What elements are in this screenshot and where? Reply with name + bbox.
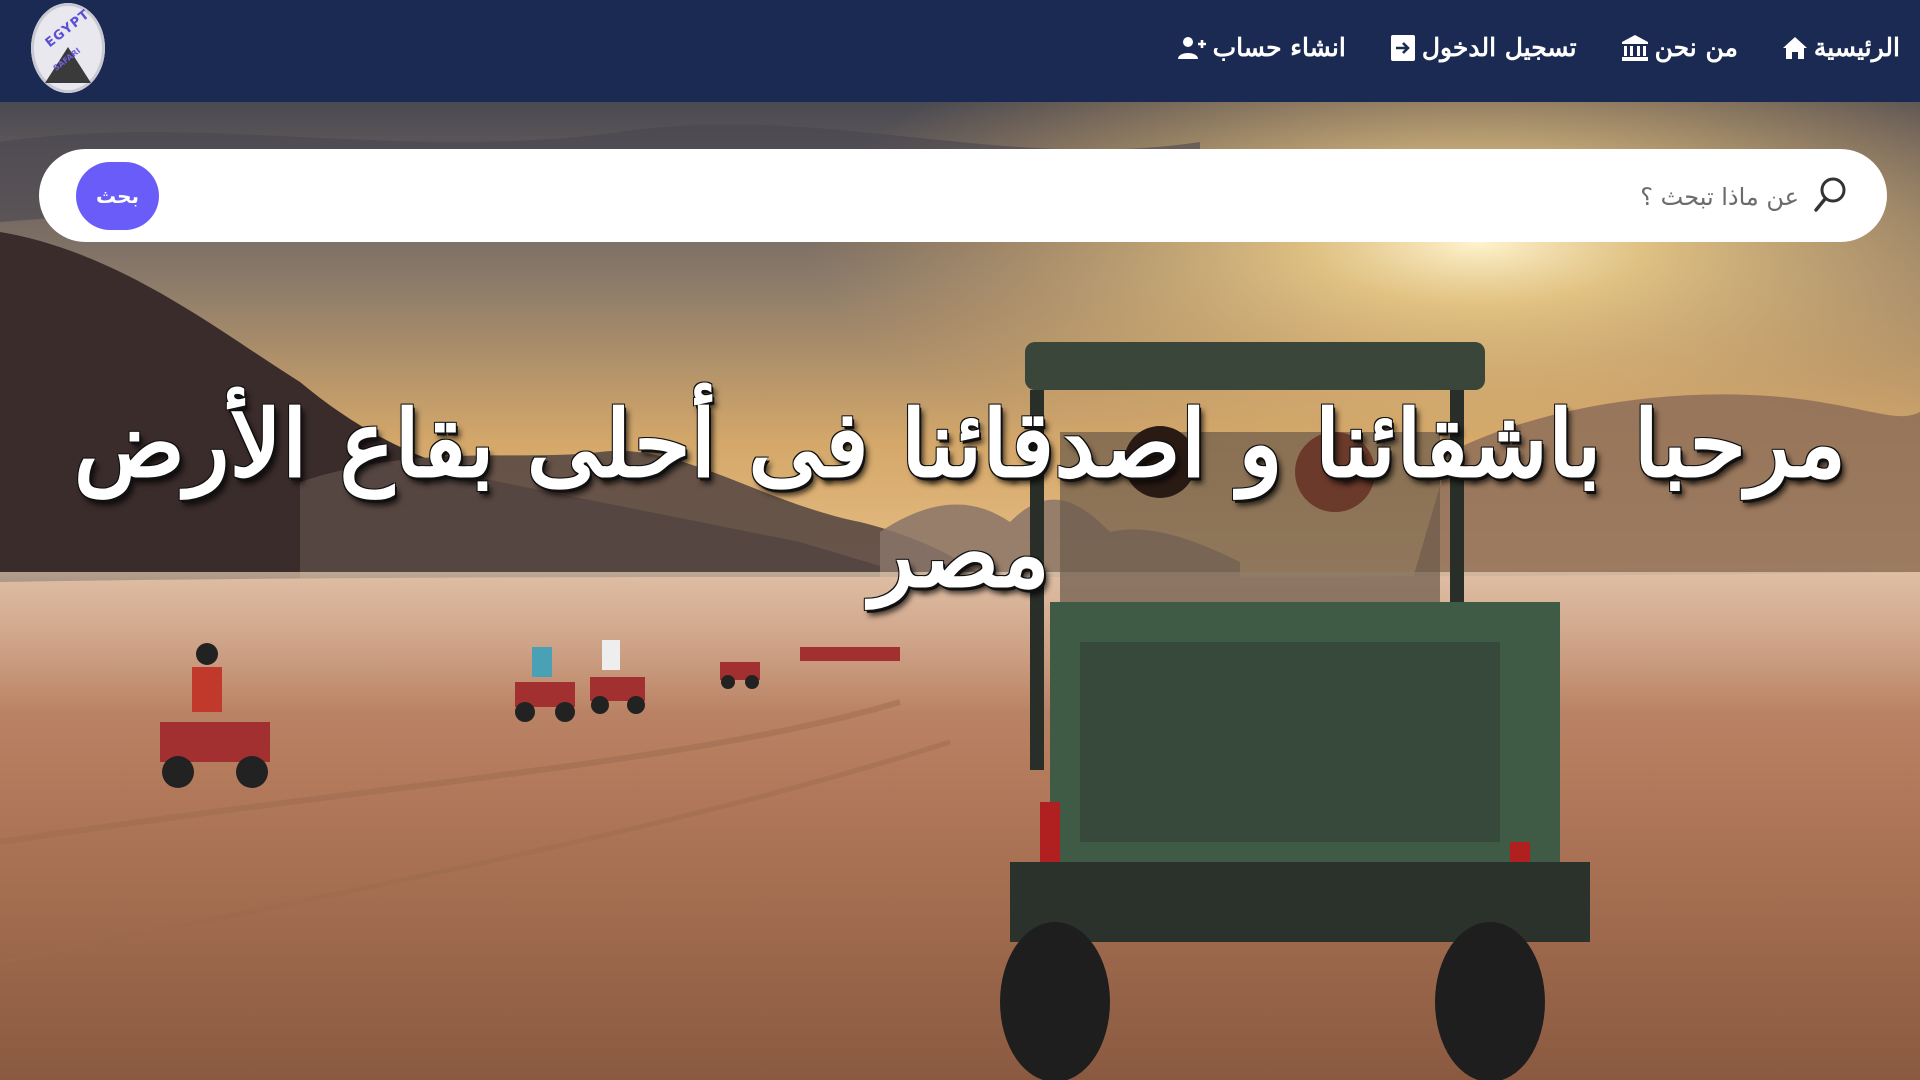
nav-item-login[interactable]: تسجيل الدخول — [1390, 33, 1577, 62]
nav-home-label: الرئيسية — [1813, 33, 1900, 62]
bank-icon — [1621, 34, 1649, 62]
search-icon — [1814, 176, 1848, 218]
nav-item-about[interactable]: من نحن — [1621, 33, 1738, 62]
hero-headline: مرحبا باشقائنا و اصدقائنا فى أحلى بقاع ا… — [73, 389, 1847, 608]
nav-item-home[interactable]: الرئيسية — [1782, 33, 1900, 62]
hero-section: بحث مرحبا باشقائنا و اصدقائنا فى أحلى بق… — [0, 102, 1920, 1080]
nav-item-register[interactable]: انشاء حساب — [1177, 33, 1346, 62]
search-input[interactable] — [207, 171, 1801, 223]
logo-text: EGYPT — [42, 6, 94, 51]
home-icon — [1782, 36, 1808, 60]
top-navbar: EGYPT SAFARI الرئيسية من نحن تسجيل الدخو… — [0, 0, 1920, 102]
login-icon — [1390, 34, 1416, 62]
site-logo[interactable]: EGYPT SAFARI — [31, 3, 105, 93]
nav-about-label: من نحن — [1654, 33, 1738, 62]
user-plus-icon — [1177, 36, 1207, 60]
search-bar: بحث — [39, 149, 1887, 242]
nav-register-label: انشاء حساب — [1212, 33, 1346, 62]
search-button[interactable]: بحث — [76, 162, 159, 230]
main-nav: الرئيسية من نحن تسجيل الدخول انشاء حساب — [1177, 0, 1900, 95]
nav-login-label: تسجيل الدخول — [1421, 33, 1577, 62]
